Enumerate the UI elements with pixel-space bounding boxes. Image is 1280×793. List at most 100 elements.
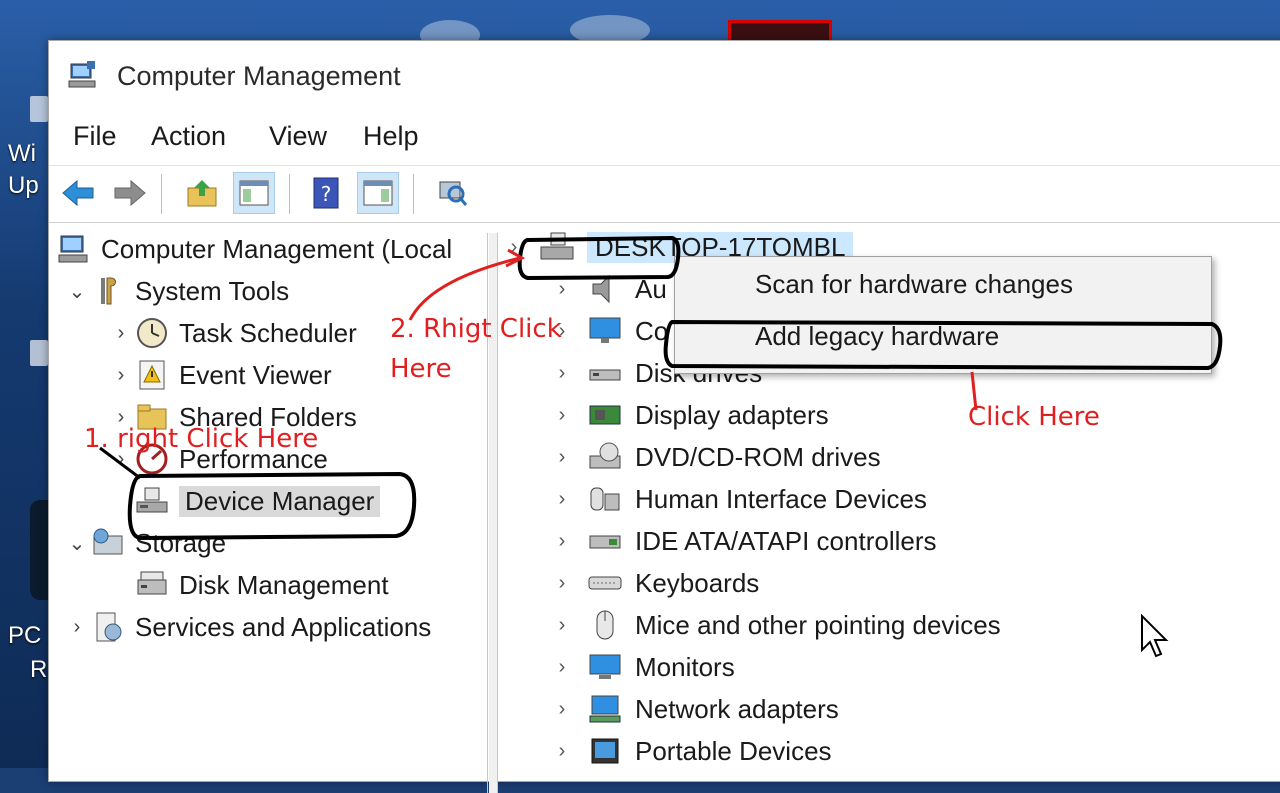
menu-view[interactable]: View: [269, 121, 327, 152]
tree-item-label: Task Scheduler: [179, 317, 357, 348]
tree-item-computer-management[interactable]: Computer Management (Local: [57, 229, 452, 269]
device-category-network-adapters[interactable]: › Network adapters: [547, 689, 839, 729]
computer-icon: [540, 232, 574, 260]
device-category-label: Keyboards: [635, 567, 760, 598]
chevron-right-icon[interactable]: ›: [547, 530, 577, 553]
device-category-ide-ata[interactable]: › IDE ATA/ATAPI controllers: [547, 521, 937, 561]
annotation-step1: 1. right Click Here: [84, 424, 319, 454]
desktop-label: Wi: [8, 140, 36, 167]
device-category-label: Display adapters: [635, 399, 829, 430]
tree-item-disk-management[interactable]: Disk Management: [135, 565, 389, 605]
device-category-label: Portable Devices: [635, 735, 832, 766]
device-category-monitors[interactable]: › Monitors: [547, 647, 735, 687]
desktop-shortcut-icon[interactable]: [30, 340, 48, 366]
chevron-right-icon[interactable]: ›: [547, 278, 577, 301]
chevron-right-icon[interactable]: ›: [499, 236, 529, 259]
menu-action[interactable]: Action: [151, 121, 226, 152]
show-hide-console-tree-button[interactable]: [233, 172, 275, 214]
clock-icon: [137, 318, 167, 348]
disk-drive-icon: [589, 369, 621, 381]
tree-item-label: Device Manager: [179, 485, 381, 517]
device-category-audio[interactable]: › Au: [547, 269, 667, 309]
tree-item-device-manager[interactable]: Device Manager: [135, 481, 381, 521]
menu-item-scan-for-hardware-changes[interactable]: Scan for hardware changes: [755, 269, 1073, 300]
chevron-right-icon[interactable]: ›: [107, 364, 135, 387]
back-button[interactable]: [57, 172, 99, 214]
scan-hardware-icon: [439, 181, 468, 206]
chevron-down-icon[interactable]: ⌄: [63, 531, 91, 556]
annotation-step2: 2. Rhigt Click: [390, 314, 562, 344]
monitor-icon: [589, 654, 621, 679]
device-category-label: Mice and other pointing devices: [635, 609, 1001, 640]
annotation-step2-here: Here: [390, 354, 452, 384]
chevron-right-icon[interactable]: ›: [547, 698, 577, 721]
context-menu: Scan for hardware changes Add legacy har…: [674, 256, 1212, 374]
device-category-label: Network adapters: [635, 693, 839, 724]
event-viewer-icon: [139, 360, 165, 390]
chevron-right-icon[interactable]: ›: [547, 740, 577, 763]
forward-button[interactable]: [109, 172, 151, 214]
tree-item-storage[interactable]: ⌄ Storage: [63, 523, 226, 563]
tree-item-services-and-applications[interactable]: › Services and Applications: [63, 607, 431, 647]
tree-item-event-viewer[interactable]: › Event Viewer: [107, 355, 332, 395]
tree-item-task-scheduler[interactable]: › Task Scheduler: [107, 313, 357, 353]
computer-management-icon: [58, 235, 88, 263]
speaker-icon: [592, 274, 610, 304]
device-category-label: Co: [635, 315, 669, 346]
window-title: Computer Management: [117, 61, 401, 91]
forward-arrow-icon: [114, 179, 146, 207]
device-category-label: Human Interface Devices: [635, 483, 927, 514]
menu-help[interactable]: Help: [363, 121, 419, 152]
title-bar[interactable]: Computer Management: [49, 41, 1280, 113]
up-one-level-button[interactable]: [181, 172, 223, 214]
display-adapter-icon: [589, 405, 621, 425]
tree-item-label: Storage: [135, 527, 227, 558]
desktop-label: PC: [8, 622, 42, 649]
device-category-mice[interactable]: › Mice and other pointing devices: [547, 605, 1001, 645]
device-category-label: Monitors: [635, 651, 735, 682]
services-icon: [96, 612, 122, 642]
menu-file[interactable]: File: [73, 121, 117, 152]
chevron-right-icon[interactable]: ›: [63, 616, 91, 639]
chevron-right-icon[interactable]: ›: [547, 488, 577, 511]
optical-drive-icon: [589, 442, 621, 469]
tree-item-system-tools[interactable]: ⌄ System Tools: [63, 271, 290, 311]
device-category-hid[interactable]: › Human Interface Devices: [547, 479, 927, 519]
desktop-label: R: [30, 656, 48, 683]
help-button[interactable]: ?: [305, 172, 347, 214]
properties-button[interactable]: [431, 172, 473, 214]
console-tree-icon: [239, 180, 269, 206]
desktop-app-icon[interactable]: [30, 500, 48, 600]
back-arrow-icon: [62, 179, 94, 207]
chevron-right-icon[interactable]: ›: [107, 322, 135, 345]
device-category-display-adapters[interactable]: › Display adapters: [547, 395, 829, 435]
menu-item-add-legacy-hardware[interactable]: Add legacy hardware: [755, 321, 999, 352]
keyboard-icon: [588, 576, 622, 590]
device-category-portable-devices[interactable]: › Portable Devices: [547, 731, 832, 771]
device-category-dvd-cd-rom[interactable]: › DVD/CD-ROM drives: [547, 437, 881, 477]
toolbar-separator: [161, 174, 162, 214]
device-category-label: IDE ATA/ATAPI controllers: [635, 525, 937, 556]
device-manager-icon: [136, 487, 168, 513]
chevron-right-icon[interactable]: ›: [547, 614, 577, 637]
menu-bar: File Action View Help: [49, 113, 1280, 163]
chevron-right-icon[interactable]: ›: [547, 656, 577, 679]
chevron-right-icon[interactable]: ›: [547, 404, 577, 427]
help-icon: ?: [313, 177, 339, 209]
chevron-down-icon[interactable]: ⌄: [63, 279, 91, 304]
hid-icon: [590, 487, 620, 511]
tree-item-label: Disk Management: [179, 569, 389, 600]
chevron-right-icon[interactable]: ›: [547, 572, 577, 595]
chevron-right-icon[interactable]: ›: [547, 446, 577, 469]
desktop-shortcut-icon[interactable]: [30, 96, 48, 122]
device-category-computer[interactable]: › Co: [547, 311, 669, 351]
annotation-click-here: Click Here: [968, 402, 1100, 432]
chevron-right-icon[interactable]: ›: [547, 362, 577, 385]
device-category-keyboards[interactable]: › Keyboards: [547, 563, 760, 603]
device-category-label: Au: [635, 273, 667, 304]
monitor-icon: [589, 317, 621, 343]
show-hide-action-pane-button[interactable]: [357, 172, 399, 214]
folder-up-icon: [187, 180, 217, 207]
tree-item-label: Services and Applications: [135, 611, 432, 642]
mouse-cursor-icon: [1141, 614, 1169, 658]
